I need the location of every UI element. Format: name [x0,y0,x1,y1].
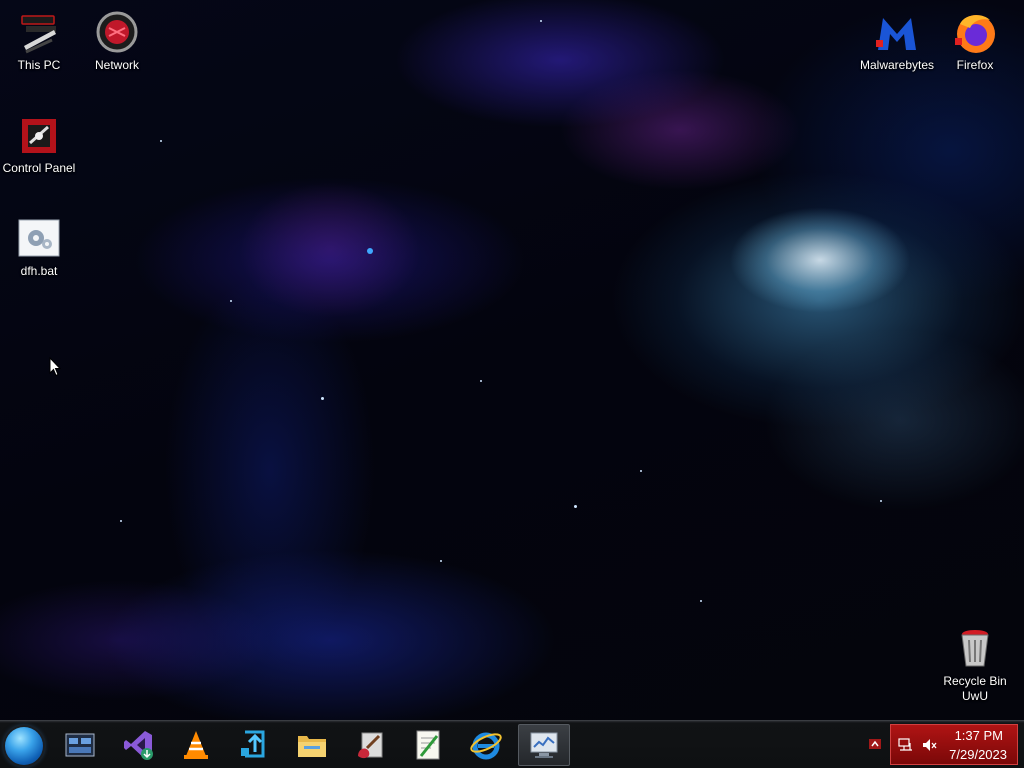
desktop-icon-dfh-bat[interactable]: dfh.bat [0,216,78,279]
batch-file-gear-icon [18,219,60,257]
notepad-icon [416,730,440,760]
star [640,470,642,472]
internet-explorer-icon [470,732,502,760]
taskbar-button-file-explorer[interactable] [286,724,338,766]
taskbar-button-blue-app[interactable] [228,724,280,766]
star [880,500,882,502]
performance-monitor-icon [530,732,558,758]
star [160,140,162,142]
task-view-icon [65,733,95,757]
desktop-icon-label: Recycle Bin UwU [943,674,1007,703]
volume-muted-icon[interactable] [921,737,937,753]
mouse-pointer-icon [49,357,61,377]
desktop-icon-firefox[interactable]: Firefox [936,10,1014,73]
network-status-icon[interactable] [898,737,914,753]
desktop-icon-malwarebytes[interactable]: Malwarebytes [857,10,937,73]
firefox-icon [955,15,995,53]
taskbar-button-internet-explorer[interactable] [460,724,512,766]
star [540,20,542,22]
desktop-icon-label: dfh.bat [20,264,58,278]
visual-studio-icon [124,731,153,760]
paint-icon [358,732,383,759]
blue-app-icon [241,730,265,758]
recycle-bin-icon [961,630,989,667]
desktop-icon-label: Malwarebytes [859,58,935,72]
network-globe-icon [96,11,138,53]
taskbar-button-task-view[interactable] [54,724,106,766]
taskbar-button-visual-studio[interactable] [112,724,164,766]
desktop-icon-label: Firefox [956,58,994,72]
star [367,248,373,254]
star [120,520,122,522]
star [480,380,482,382]
star [230,300,232,302]
taskbar-button-paint[interactable] [344,724,396,766]
file-explorer-icon [298,736,326,757]
desktop-icon-this-pc[interactable]: This PC [0,10,78,73]
clock-date[interactable]: 7/29/2023 [949,747,1007,762]
desktop-icon-label: Control Panel [2,161,76,175]
vlc-icon [184,731,208,759]
desktop-icon-label: This PC [17,58,61,72]
desktop-icon-control-panel[interactable]: Control Panel [0,113,78,176]
desktop-icon-network[interactable]: Network [78,10,156,73]
star [700,600,702,602]
star [440,560,442,562]
start-button[interactable] [5,727,43,765]
taskbar-button-performance-monitor[interactable] [518,724,570,766]
taskbar-button-notepad[interactable] [402,724,454,766]
control-panel-icon [22,119,56,153]
clock-time[interactable]: 1:37 PM [955,728,1003,743]
desktop-wallpaper [0,0,1024,720]
taskbar-button-vlc[interactable] [170,724,222,766]
desktop-icon-label: Network [94,58,139,72]
show-hidden-icons-arrow-icon[interactable] [869,739,881,749]
malwarebytes-icon [876,18,916,50]
computer-icon [21,15,56,54]
star [321,397,324,400]
star [574,505,577,508]
system-tray: 1:37 PM 7/29/2023 [890,724,1018,765]
desktop-icon-recycle-bin[interactable]: Recycle Bin UwU [936,626,1014,704]
